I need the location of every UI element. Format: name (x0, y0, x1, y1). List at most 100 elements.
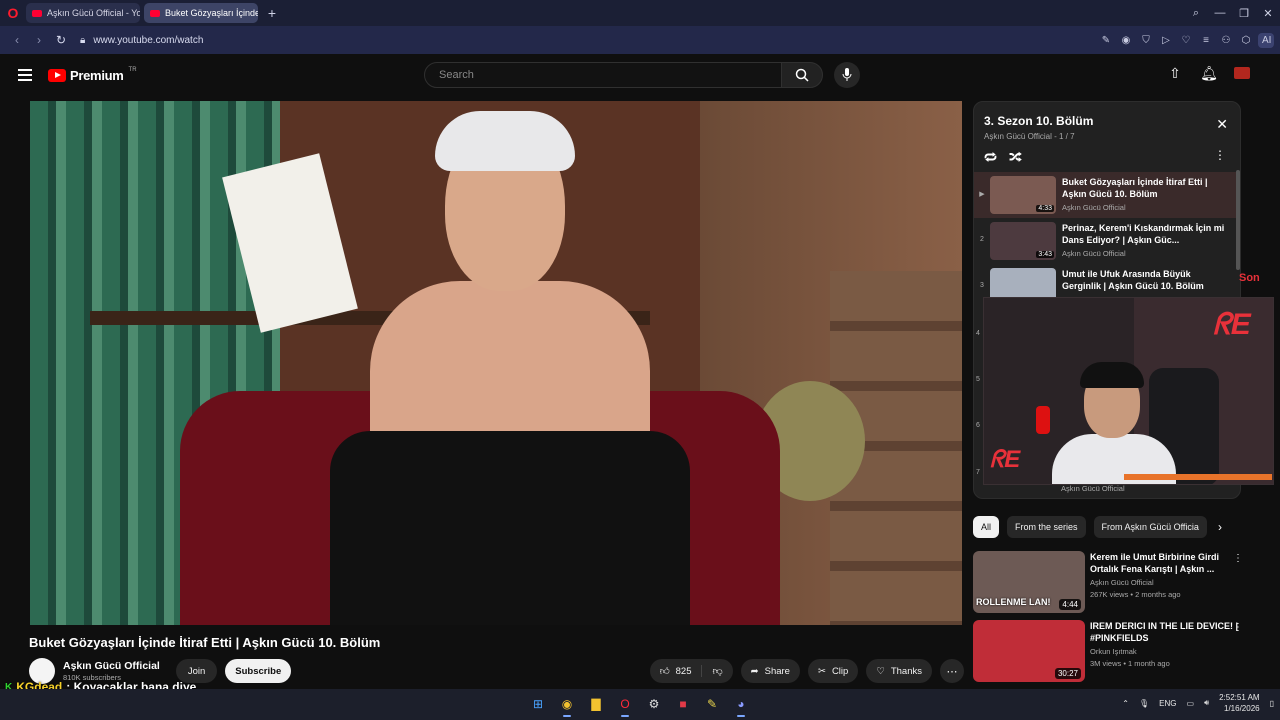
search-button[interactable] (781, 62, 823, 88)
url-field[interactable]: 🔒︎ www.youtube.com/watch (80, 35, 203, 46)
chrome-icon[interactable]: ◉ (557, 693, 577, 717)
extension-icon[interactable]: ⬡ (1238, 35, 1254, 46)
channel-name[interactable]: Aşkın Gücü Official (63, 660, 160, 672)
duration-badge: 4:44 (1059, 599, 1081, 610)
minimize-button[interactable]: — (1208, 7, 1232, 19)
duration-badge: 3:43 (1036, 251, 1054, 258)
playlist-scrollbar[interactable] (1236, 170, 1240, 270)
like-button[interactable]: 👍︎ 825 (650, 665, 703, 677)
ai-button[interactable]: AI (1258, 32, 1274, 48)
youtube-favicon-icon (150, 9, 160, 17)
chip-from-channel[interactable]: From Aşkın Gücü Officia (1093, 516, 1207, 538)
loop-icon[interactable]: 🔁︎ (984, 148, 997, 167)
file-explorer-icon[interactable]: ▇ (586, 693, 606, 715)
windows-taskbar: ⊞ ◉ ▇ O ⚙ ■ ✎ ◕ ⌃ 🎙︎ ENG ▭ 🔊︎ 2:52:51 AM… (0, 689, 1280, 720)
clip-button[interactable]: ✂ Clip (807, 659, 859, 683)
youtube-play-icon (48, 68, 66, 82)
player-icon[interactable]: ▷ (1158, 35, 1174, 46)
webcam-accent-bar (1124, 474, 1272, 480)
share-label: Share (764, 665, 790, 677)
youtube-logo[interactable]: Premium TR (48, 67, 137, 83)
streamer-logo-icon: ᖇE (1213, 308, 1251, 341)
dislike-button[interactable]: 👎︎ (702, 665, 732, 677)
more-actions-button[interactable]: ⋯ (940, 659, 964, 683)
opera-logo-icon[interactable]: O (0, 0, 26, 26)
more-options-icon[interactable]: ⋮ (1214, 148, 1226, 162)
playlist-item-index: 6 (976, 422, 980, 429)
search-tabs-icon[interactable]: ⌕ (1184, 7, 1208, 20)
edit-icon[interactable]: ✎ (1098, 35, 1114, 46)
camera-icon[interactable]: ◉ (1118, 35, 1134, 46)
thanks-icon: ♡ (876, 665, 885, 677)
share-icon: ➦ (750, 665, 759, 677)
heart-icon[interactable]: ♡ (1178, 35, 1194, 46)
tab-label: Buket Gözyaşları İçinde İt (165, 8, 258, 18)
streamer-logo-icon: ᖇE (990, 446, 1021, 473)
volume-icon[interactable]: 🔊︎ (1204, 698, 1209, 708)
playlist-item-channel: Aşkın Gücü Official (1061, 484, 1125, 493)
recommendation-meta: 267K views • 2 months ago (1090, 590, 1181, 599)
recommendation-thumbnail: 30:27 (973, 620, 1085, 682)
profile-icon[interactable]: ⚇ (1218, 35, 1234, 46)
notifications-bell-icon[interactable]: 🔔︎ (1200, 64, 1218, 82)
browser-tab-askin-gucu[interactable]: Aşkın Gücü Official - YouT (26, 3, 140, 23)
recommendation-item[interactable]: ROLLENME LAN! 4:44 Kerem ile Umut Birbir… (973, 551, 1253, 615)
share-button[interactable]: ➦ Share (740, 659, 800, 683)
thanks-button[interactable]: ♡ Thanks (866, 659, 932, 683)
chevron-up-icon[interactable]: ⌃ (1122, 699, 1129, 708)
address-bar: ‹ › ↻ 🔒︎ www.youtube.com/watch ✎ ◉ ⛉ ▷ ♡… (0, 26, 1280, 54)
streamer-webcam-overlay: ᖇE ᖇE (983, 297, 1274, 485)
opera-icon[interactable]: O (615, 693, 635, 717)
more-options-icon[interactable]: ⋮ (1233, 553, 1243, 564)
duration-badge: 30:27 (1054, 668, 1081, 679)
browser-tab-buket[interactable]: Buket Gözyaşları İçinde İt (144, 3, 258, 23)
system-clock[interactable]: 2:52:51 AM 1/16/2026 (1219, 692, 1259, 714)
filter-chips: All From the series From Aşkın Gücü Offi… (973, 516, 1207, 538)
playlist-title[interactable]: 3. Sezon 10. Bölüm (984, 114, 1093, 128)
voice-search-button[interactable] (834, 62, 860, 88)
subscribe-button[interactable]: Subscribe (225, 659, 292, 683)
recommendation-item[interactable]: 30:27 IREM DERICI IN THE LIE DEVICE! | #… (973, 620, 1253, 684)
recommendation-channel: Orkun Işıtmak (1090, 647, 1137, 656)
forward-button[interactable]: › (28, 33, 50, 47)
youtube-favicon-icon (32, 9, 42, 17)
new-tab-button[interactable]: + (262, 3, 282, 23)
playlist-item-channel: Aşkın Gücü Official (1062, 203, 1126, 212)
streaming-app-icon[interactable]: ■ (673, 693, 693, 715)
account-avatar[interactable] (1234, 67, 1250, 79)
reload-button[interactable]: ↻ (50, 33, 72, 47)
menu-icon[interactable] (18, 66, 32, 84)
logo-text: Premium (70, 67, 124, 83)
playlist-item-thumbnail: 3:43 (990, 222, 1056, 260)
video-player[interactable] (30, 101, 962, 625)
playlist-item[interactable]: 2 3:43 Perinaz, Kerem'i Kıskandırmak İçi… (974, 218, 1240, 264)
upload-icon[interactable]: ⇧ (1166, 64, 1184, 82)
windows-start-icon[interactable]: ⊞ (528, 693, 548, 715)
microphone-tray-icon[interactable]: 🎙︎ (1139, 699, 1149, 708)
microphone-icon (842, 68, 852, 81)
close-icon[interactable]: ✕ (1216, 116, 1228, 133)
network-icon[interactable]: ▭ (1187, 699, 1195, 708)
tools-icon[interactable]: ✎ (702, 693, 722, 715)
video-person-hair (435, 111, 575, 171)
more-options-icon[interactable]: ⋮ (1233, 622, 1243, 633)
recommendation-channel: Aşkın Gücü Official (1090, 578, 1154, 587)
search-input[interactable]: Search (424, 62, 782, 88)
back-button[interactable]: ‹ (6, 33, 28, 47)
discord-icon[interactable]: ◕ (731, 693, 751, 717)
chevron-right-icon[interactable]: › (1218, 520, 1222, 534)
notification-icon[interactable]: ▯ (1270, 699, 1274, 708)
language-indicator[interactable]: ENG (1159, 699, 1176, 708)
list-icon[interactable]: ≡ (1198, 35, 1214, 46)
thumbnail-caption: ROLLENME LAN! (976, 597, 1051, 607)
maximize-button[interactable]: ❐ (1232, 7, 1256, 20)
app-icon[interactable]: ⚙ (644, 693, 664, 715)
recommendation-title: Kerem ile Umut Birbirine Girdi Ortalık F… (1090, 552, 1220, 574)
chip-all[interactable]: All (973, 516, 1000, 538)
playlist-item[interactable]: ▶ 4:33 Buket Gözyaşları İçinde İtiraf Et… (974, 172, 1240, 218)
shield-icon[interactable]: ⛉ (1138, 35, 1154, 46)
chip-from-series[interactable]: From the series (1007, 516, 1086, 538)
close-window-button[interactable]: ✕ (1256, 7, 1280, 20)
shuffle-icon[interactable]: 🔀︎ (1009, 148, 1022, 167)
playlist-item-title: Buket Gözyaşları İçinde İtiraf Etti | Aş… (1062, 177, 1208, 199)
